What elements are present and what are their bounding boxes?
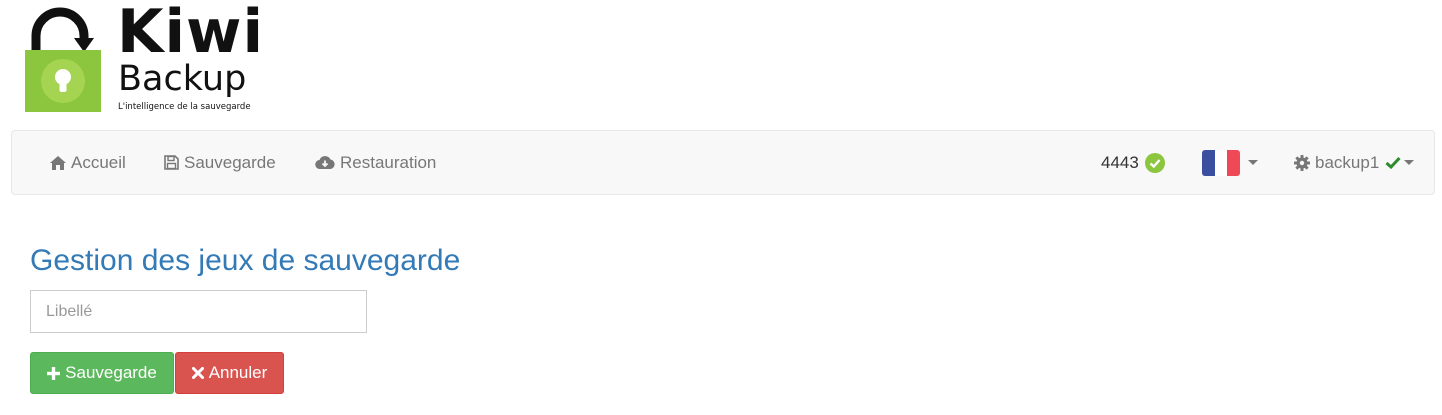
plus-icon xyxy=(47,366,61,380)
save-button[interactable]: Sauvegarde xyxy=(30,352,174,394)
check-icon xyxy=(1385,156,1401,169)
user-dropdown[interactable]: backup1 xyxy=(1294,131,1415,194)
brand-logo[interactable]: Kiwi Backup L'intelligence de la sauvega… xyxy=(22,2,263,118)
chevron-down-icon xyxy=(1404,160,1415,165)
save-button-label: Sauvegarde xyxy=(65,363,157,382)
label-input[interactable] xyxy=(30,290,367,333)
padlock-logo-icon xyxy=(25,7,101,112)
cancel-button-label: Annuler xyxy=(208,363,268,382)
floppy-disk-icon xyxy=(164,155,179,170)
nav-item-accueil[interactable]: Accueil xyxy=(50,131,126,194)
nav-item-label: Accueil xyxy=(71,152,126,172)
nav-item-label: Sauvegarde xyxy=(184,152,276,172)
user-name: backup1 xyxy=(1315,152,1380,172)
gear-icon xyxy=(1294,154,1310,171)
language-dropdown[interactable] xyxy=(1202,131,1258,194)
job-counter: 4443 xyxy=(1101,131,1165,194)
brand-tagline: L'intelligence de la sauvegarde xyxy=(118,102,251,112)
brand-name: Kiwi xyxy=(117,0,265,67)
chevron-down-icon xyxy=(1248,160,1258,165)
brand-subname: Backup xyxy=(118,59,247,99)
nav-item-label: Restauration xyxy=(340,152,437,172)
page-title: Gestion des jeux de sauvegarde xyxy=(30,244,461,277)
top-navbar: Accueil Sauvegarde Restauration 4443 bac… xyxy=(11,130,1435,195)
job-count: 4443 xyxy=(1101,152,1139,172)
nav-item-restauration[interactable]: Restauration xyxy=(315,131,436,194)
cancel-button[interactable]: Annuler xyxy=(175,352,284,394)
home-icon xyxy=(50,155,66,170)
cloud-download-icon xyxy=(315,156,335,170)
nav-item-sauvegarde[interactable]: Sauvegarde xyxy=(164,131,276,194)
flag-fr-icon xyxy=(1202,149,1240,176)
close-icon xyxy=(191,367,204,379)
check-circle-icon xyxy=(1144,152,1165,173)
